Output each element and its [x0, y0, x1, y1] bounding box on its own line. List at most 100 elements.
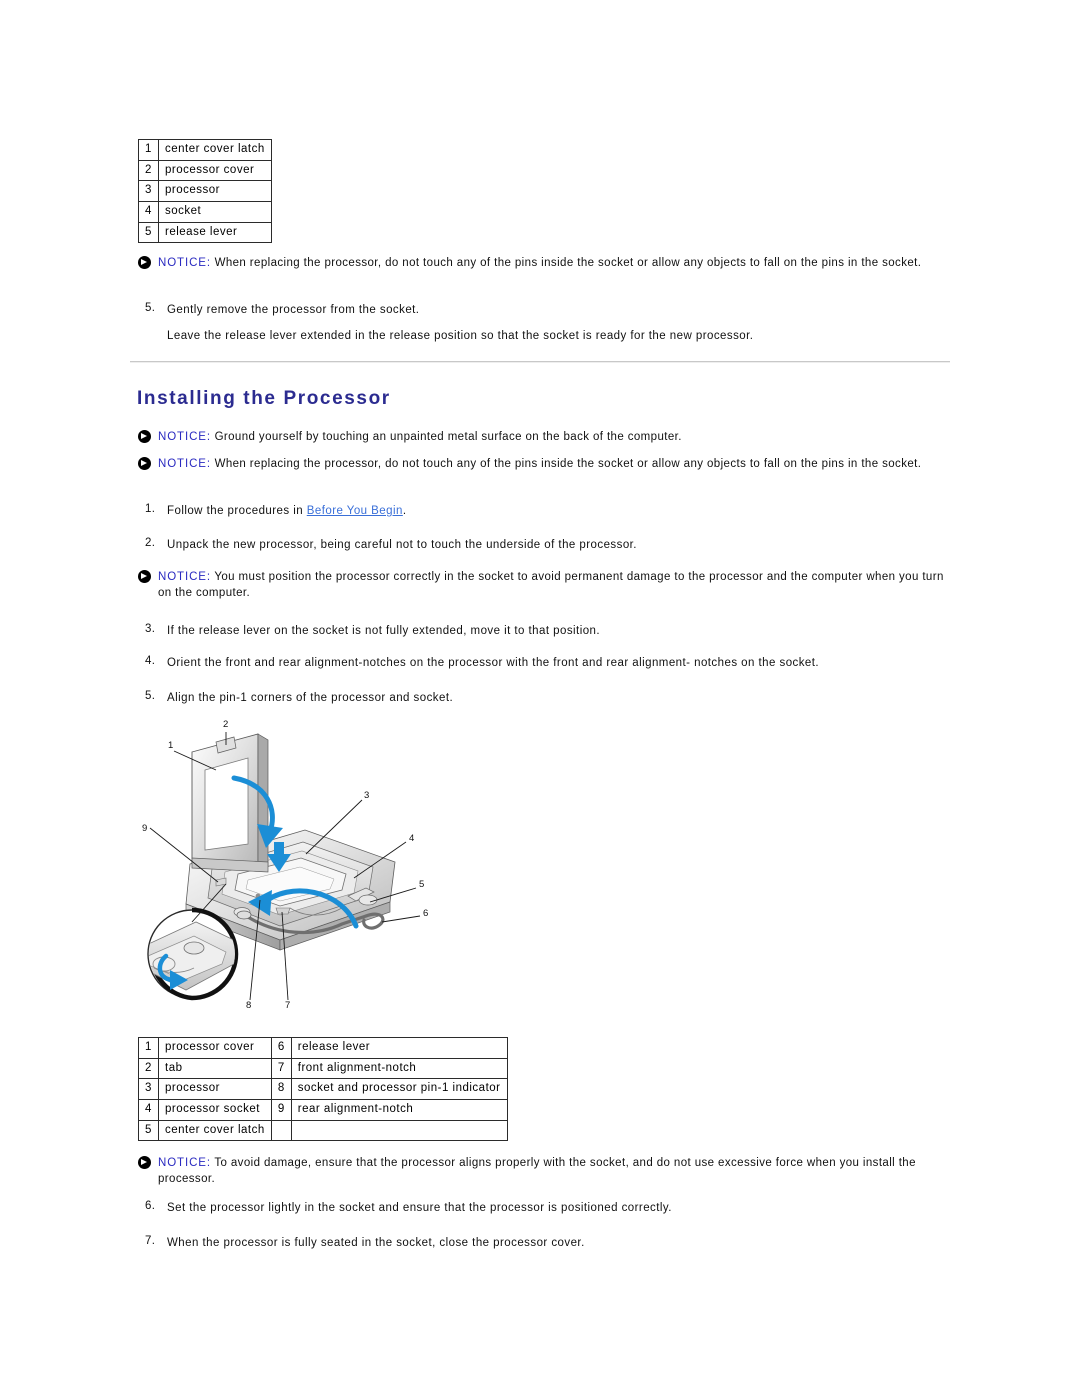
- table-row: 4 socket: [138, 200, 272, 223]
- install-step-2: 2. Unpack the new processor, being caref…: [145, 537, 935, 554]
- step-text-before: Follow the procedures in: [167, 505, 307, 517]
- notice-install-pins: NOTICE: When replacing the processor, do…: [138, 456, 938, 472]
- legend-label-empty: [290, 1119, 508, 1142]
- install-step-4: 4. Orient the front and rear alignment-n…: [145, 655, 965, 672]
- install-step-6: 6. Set the processor lightly in the sock…: [145, 1200, 935, 1217]
- legend-label: center cover latch: [158, 1119, 272, 1142]
- table-row: 5 release lever: [138, 221, 272, 244]
- step-text-after: .: [402, 505, 407, 517]
- step-number: 7.: [145, 1235, 156, 1247]
- processor-socket-illustration: 1 2 3 4 5 6 7 8 9: [142, 719, 428, 1011]
- callout-8: 8: [246, 1000, 251, 1011]
- table-row: 1 processor cover 6 release lever: [138, 1037, 508, 1059]
- processor-removal-legend-table: 1 center cover latch 2 processor cover 3…: [138, 139, 272, 244]
- legend-number: 2: [138, 1057, 159, 1080]
- page-title: Installing the Processor: [137, 388, 391, 409]
- legend-number: 4: [138, 1098, 159, 1121]
- table-row: 3 processor: [138, 180, 272, 202]
- callout-2: 2: [223, 719, 228, 730]
- processor-cover: [191, 733, 269, 873]
- notice-label: NOTICE:: [158, 571, 211, 583]
- install-step-5: 5. Align the pin-1 corners of the proces…: [145, 690, 935, 707]
- step-text: Unpack the new processor, being careful …: [167, 539, 637, 551]
- step-number: 5.: [145, 302, 156, 314]
- legend-label: socket: [158, 200, 272, 223]
- legend-number: 1: [138, 1037, 159, 1059]
- removal-step-5-note: Leave the release lever extended in the …: [167, 330, 754, 342]
- legend-label: release lever: [158, 221, 272, 244]
- legend-label: processor: [158, 1078, 272, 1100]
- removal-step-5: 5. Gently remove the processor from the …: [145, 302, 925, 319]
- table-row: 1 center cover latch: [138, 139, 272, 161]
- notice-message: To avoid damage, ensure that the process…: [158, 1157, 916, 1186]
- legend-number-empty: [270, 1119, 292, 1142]
- legend-number: 7: [270, 1057, 292, 1080]
- front-alignment-notch: [275, 907, 291, 915]
- legend-number: 5: [138, 1119, 159, 1142]
- step-text: Set the processor lightly in the socket …: [167, 1202, 672, 1214]
- legend-number: 4: [138, 200, 159, 223]
- install-step-1: 1. Follow the procedures in Before You B…: [145, 503, 925, 520]
- notice-icon: [138, 256, 151, 269]
- step-number: 2.: [145, 537, 156, 549]
- notice-text: NOTICE: When replacing the processor, do…: [158, 255, 921, 271]
- notice-message: When replacing the processor, do not tou…: [214, 458, 922, 470]
- callout-1: 1: [168, 740, 173, 751]
- step-text: When the processor is fully seated in th…: [167, 1237, 585, 1249]
- table-row: 3 processor 8 socket and processor pin-1…: [138, 1078, 508, 1100]
- notice-icon: [138, 1156, 151, 1169]
- legend-label: tab: [158, 1057, 272, 1080]
- legend-label: processor socket: [158, 1098, 272, 1121]
- legend-number: 3: [138, 180, 159, 202]
- before-you-begin-link[interactable]: Before You Begin: [307, 505, 403, 517]
- document-page: 1 center cover latch 2 processor cover 3…: [0, 0, 1080, 1397]
- legend-label: rear alignment-notch: [290, 1098, 508, 1121]
- notice-text: NOTICE: You must position the processor …: [158, 569, 946, 602]
- legend-number: 6: [270, 1037, 292, 1059]
- step-text: Gently remove the processor from the soc…: [167, 304, 420, 316]
- step-number: 5.: [145, 690, 156, 702]
- step-text: Follow the procedures in Before You Begi…: [167, 503, 406, 520]
- notice-icon: [138, 457, 151, 470]
- step-text: Orient the front and rear alignment-notc…: [167, 657, 820, 669]
- table-row: 2 processor cover: [138, 159, 272, 182]
- notice-label: NOTICE:: [158, 458, 211, 470]
- legend-label: front alignment-notch: [290, 1057, 508, 1080]
- notice-removal-pins: NOTICE: When replacing the processor, do…: [138, 255, 938, 271]
- notice-icon: [138, 570, 151, 583]
- notice-label: NOTICE:: [158, 431, 211, 443]
- legend-label: processor cover: [158, 159, 272, 182]
- install-step-7: 7. When the processor is fully seated in…: [145, 1235, 935, 1252]
- notice-text: NOTICE: To avoid damage, ensure that the…: [158, 1155, 946, 1188]
- legend-number: 8: [270, 1078, 292, 1100]
- callout-7: 7: [285, 1000, 290, 1011]
- callout-3: 3: [364, 790, 369, 801]
- magnified-detail-inset: [147, 907, 239, 1001]
- step-number: 3.: [145, 623, 156, 635]
- section-divider: [130, 361, 950, 363]
- center-cover-latch: [358, 894, 378, 906]
- legend-number: 3: [138, 1078, 159, 1100]
- processor-install-legend-table: 1 processor cover 6 release lever 2 tab …: [138, 1037, 508, 1142]
- step-text: Align the pin-1 corners of the processor…: [167, 692, 454, 704]
- table-row: 4 processor socket 9 rear alignment-notc…: [138, 1098, 508, 1121]
- legend-number: 9: [270, 1098, 292, 1121]
- callout-6: 6: [423, 908, 428, 919]
- notice-position-correctly: NOTICE: You must position the processor …: [138, 569, 946, 602]
- legend-label: release lever: [290, 1037, 508, 1059]
- legend-number: 5: [138, 221, 159, 244]
- install-step-3: 3. If the release lever on the socket is…: [145, 623, 935, 640]
- table-row: 5 center cover latch: [138, 1119, 508, 1142]
- notice-message: When replacing the processor, do not tou…: [214, 257, 922, 269]
- legend-number: 1: [138, 139, 159, 161]
- legend-number: 2: [138, 159, 159, 182]
- notice-ground-yourself: NOTICE: Ground yourself by touching an u…: [138, 429, 938, 445]
- processor-socket-diagram: 1 2 3 4 5 6 7 8 9: [130, 712, 480, 1012]
- notice-message: Ground yourself by touching an unpainted…: [214, 431, 682, 443]
- notice-text: NOTICE: When replacing the processor, do…: [158, 456, 921, 472]
- step-number: 4.: [145, 655, 156, 667]
- callout-9: 9: [142, 823, 147, 834]
- notice-avoid-damage: NOTICE: To avoid damage, ensure that the…: [138, 1155, 946, 1188]
- legend-label: socket and processor pin-1 indicator: [290, 1078, 508, 1100]
- step-text: If the release lever on the socket is no…: [167, 625, 601, 637]
